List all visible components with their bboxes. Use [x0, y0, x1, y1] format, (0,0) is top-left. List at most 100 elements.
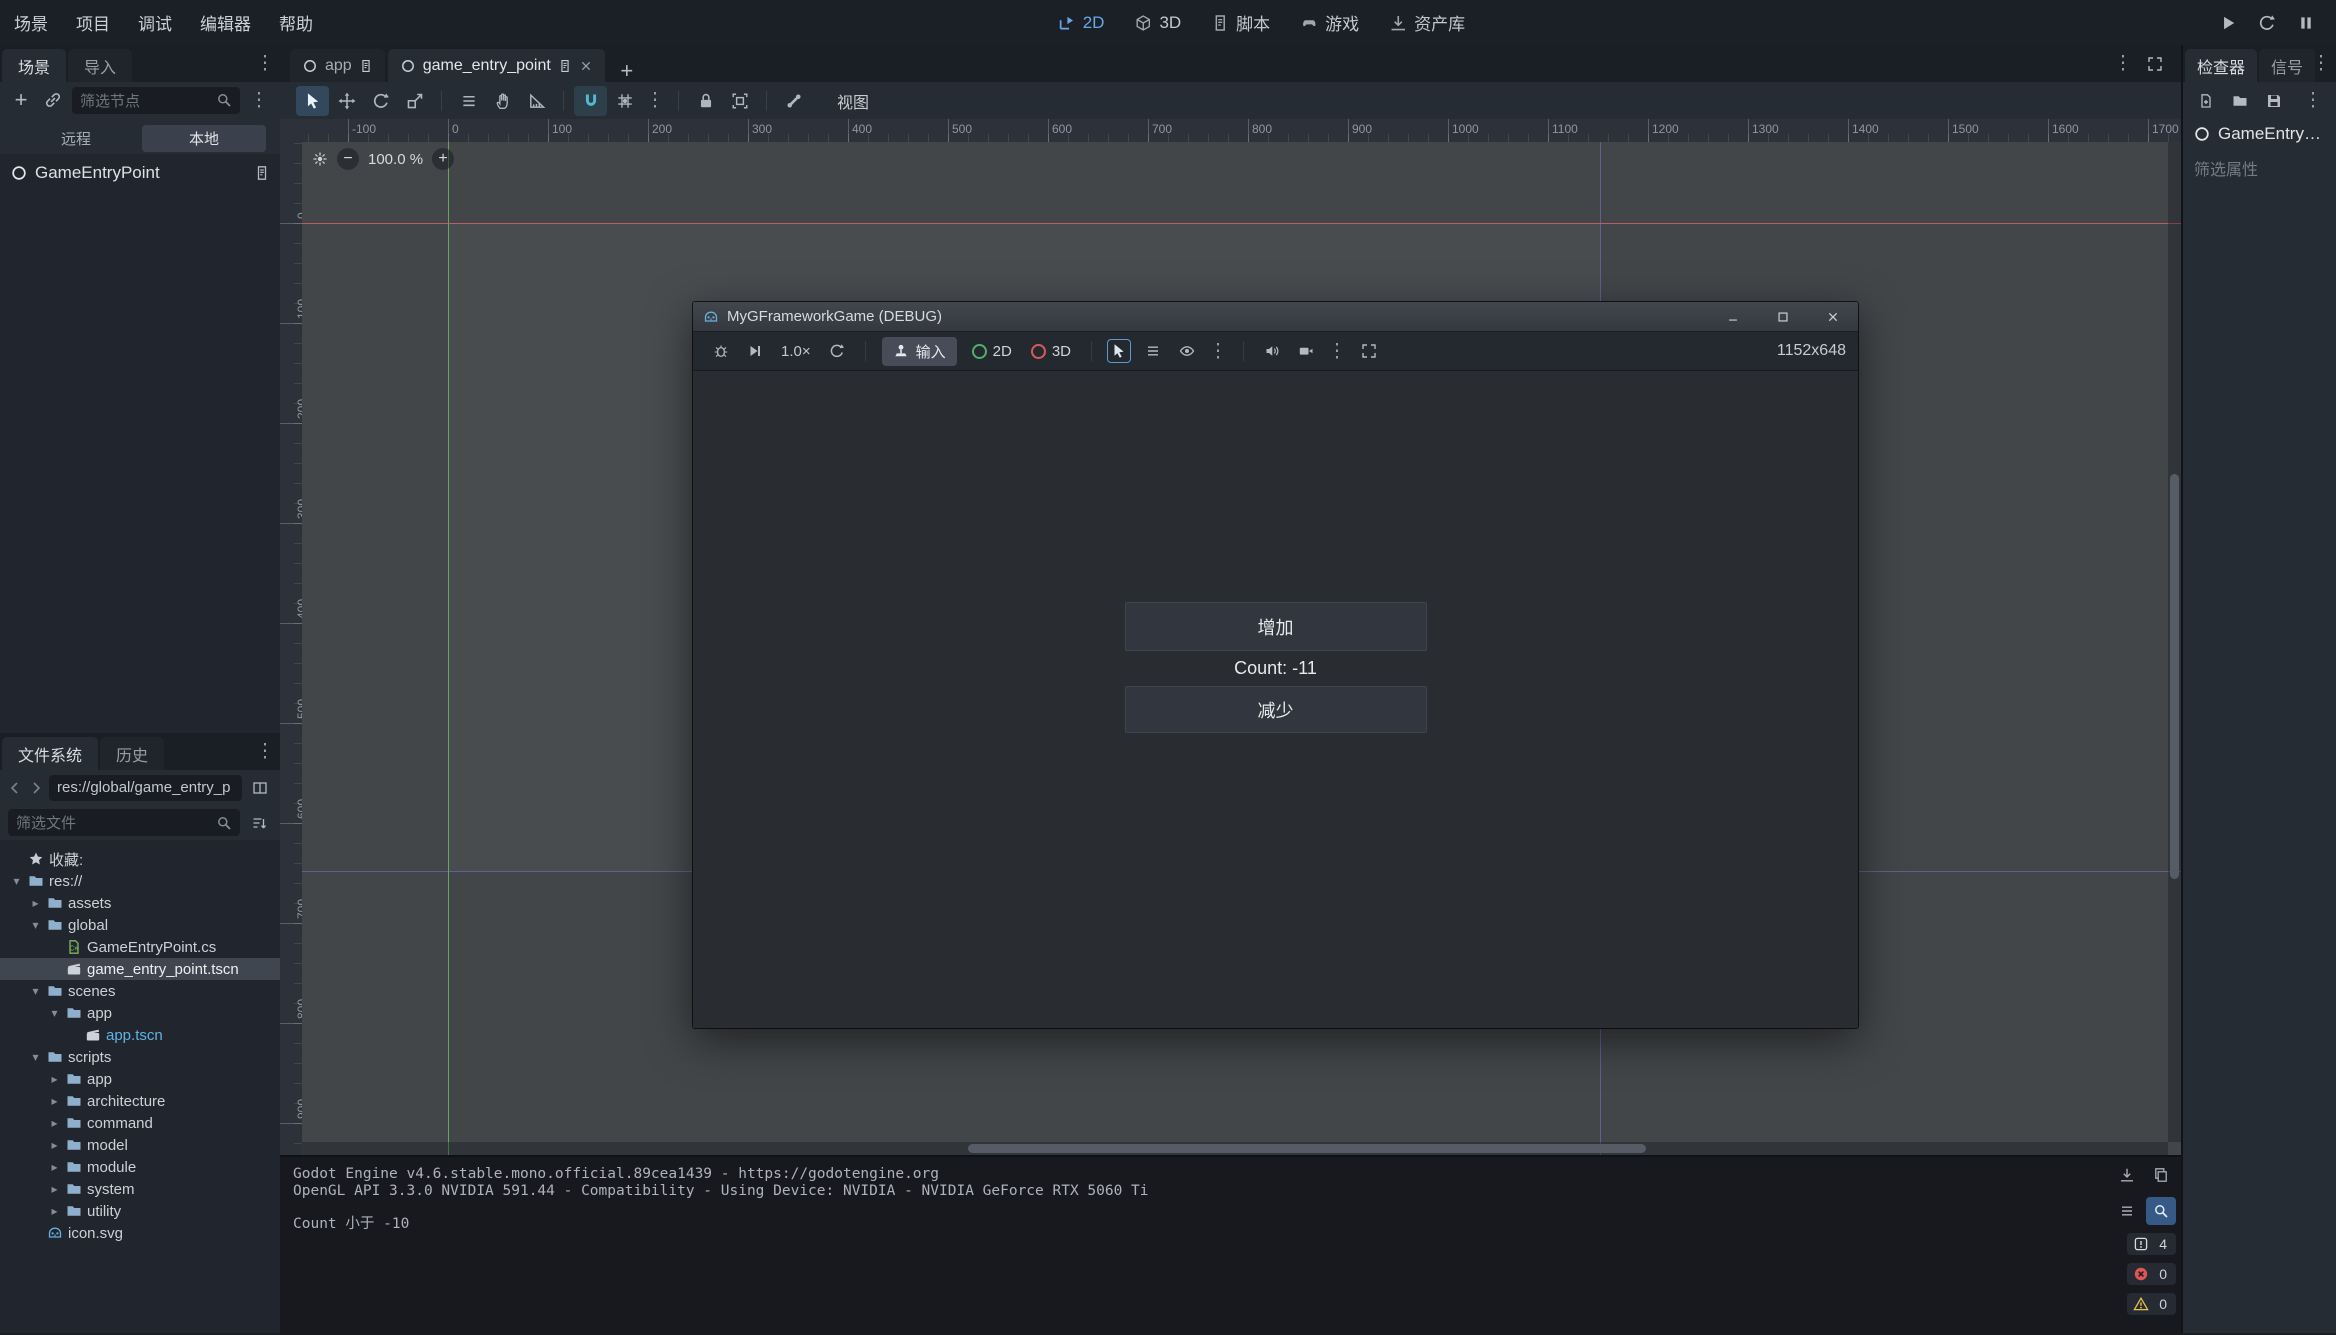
speed-label[interactable]: 1.0× [773, 343, 819, 360]
chevron-right-icon[interactable]: ▸ [48, 1116, 61, 1130]
mute-audio-button[interactable] [1256, 337, 1287, 365]
pick-node-tool[interactable] [1107, 339, 1131, 363]
increase-button[interactable]: 增加 [1125, 602, 1427, 651]
mode-2d-toggle[interactable]: 2D [964, 339, 1020, 364]
save-resource-button[interactable] [2261, 86, 2287, 116]
file-tree-item----[interactable]: 收藏: [0, 848, 280, 870]
menu-help[interactable]: 帮助 [265, 0, 327, 45]
rotate-tool-button[interactable] [364, 86, 397, 116]
file-tree-item-architecture[interactable]: ▸architecture [0, 1090, 280, 1112]
move-tool-button[interactable] [330, 86, 363, 116]
game-window-titlebar[interactable]: MyGFrameworkGame (DEBUG) [693, 302, 1858, 332]
menu-editor[interactable]: 编辑器 [186, 0, 265, 45]
file-tree-item-assets[interactable]: ▸assets [0, 892, 280, 914]
chevron-down-icon[interactable]: ▾ [29, 1050, 42, 1064]
suspend-button[interactable] [705, 337, 736, 365]
back-icon[interactable] [7, 780, 23, 796]
smart-snap-toggle[interactable] [574, 86, 607, 116]
filter-files-input[interactable]: 筛选文件 [8, 809, 240, 836]
selection-visible-button[interactable] [1171, 337, 1202, 365]
file-tree-item-res---[interactable]: ▾res:// [0, 870, 280, 892]
vscroll-thumb[interactable] [2170, 474, 2179, 879]
zoom-level[interactable]: 100.0 % [368, 151, 423, 168]
selection-list-button[interactable] [1137, 337, 1168, 365]
file-tree-item-model[interactable]: ▸model [0, 1134, 280, 1156]
play-button[interactable] [2211, 8, 2244, 38]
viewport-hscrollbar[interactable] [302, 1142, 2168, 1155]
dock-menu-icon[interactable]: ⋮ [252, 742, 278, 761]
scene-tab-app[interactable]: app [290, 49, 385, 82]
local-button[interactable]: 本地 [142, 125, 266, 152]
close-tab-icon[interactable] [579, 59, 593, 73]
scene-tree-menu-icon[interactable]: ⋮ [246, 91, 272, 110]
errors-badge[interactable]: 0 [2127, 1263, 2176, 1285]
dock-menu-icon[interactable]: ⋮ [252, 54, 278, 73]
mode-3d-toggle[interactable]: 3D [1023, 339, 1079, 364]
forward-icon[interactable] [28, 780, 44, 796]
scene-tabs-menu-icon[interactable]: ⋮ [2110, 54, 2136, 73]
messages-badge[interactable]: 4 [2127, 1233, 2176, 1255]
file-tree-item-game-entry-point.tscn[interactable]: game_entry_point.tscn [0, 958, 280, 980]
list-select-tool-button[interactable] [452, 86, 485, 116]
file-tree-item-system[interactable]: ▸system [0, 1178, 280, 1200]
chevron-down-icon[interactable]: ▾ [48, 1006, 61, 1020]
file-tree-item-module[interactable]: ▸module [0, 1156, 280, 1178]
tab-signals[interactable]: 信号 [2259, 49, 2315, 82]
tab-import[interactable]: 导入 [68, 49, 132, 82]
chevron-down-icon[interactable]: ▾ [10, 874, 23, 888]
next-frame-button[interactable] [739, 337, 770, 365]
decrease-button[interactable]: 减少 [1125, 686, 1427, 733]
attached-script-icon[interactable] [254, 165, 270, 181]
file-tree-item-command[interactable]: ▸command [0, 1112, 280, 1134]
file-tree-item-app[interactable]: ▾app [0, 1002, 280, 1024]
add-node-button[interactable]: + [8, 89, 34, 111]
chevron-right-icon[interactable]: ▸ [48, 1204, 61, 1218]
sort-files-button[interactable] [246, 808, 272, 838]
ruler-vertical[interactable]: 0100200300400500600700800900 [280, 142, 303, 1155]
dock-menu-icon[interactable]: ⋮ [2308, 54, 2334, 73]
hscroll-thumb[interactable] [968, 1144, 1646, 1153]
filter-nodes-input[interactable]: 筛选节点 [72, 87, 240, 114]
input-mode-toggle[interactable]: 输入 [882, 337, 957, 366]
menu-project[interactable]: 项目 [62, 0, 124, 45]
menu-scene[interactable]: 场景 [0, 0, 62, 45]
view-menu[interactable]: 视图 [827, 85, 879, 117]
scene-tree-node-gameentrypoint[interactable]: GameEntryPoint [0, 159, 280, 187]
restart-button[interactable] [2250, 8, 2283, 38]
copy-log-button[interactable] [2146, 1161, 2176, 1189]
workspace-tab-3d[interactable]: 3D [1124, 9, 1191, 37]
camera-options-icon[interactable]: ⋮ [1324, 342, 1350, 361]
chevron-right-icon[interactable]: ▸ [48, 1182, 61, 1196]
window-minimize-button[interactable] [1712, 302, 1754, 331]
menu-debug[interactable]: 调试 [124, 0, 186, 45]
remote-button[interactable]: 远程 [14, 125, 138, 152]
viewport-vscrollbar[interactable] [2168, 142, 2181, 1142]
chevron-right-icon[interactable]: ▸ [48, 1072, 61, 1086]
file-tree-item-scripts[interactable]: ▾scripts [0, 1046, 280, 1068]
file-tree-item-gameentrypoint.cs[interactable]: GameEntryPoint.cs [0, 936, 280, 958]
lock-object-button[interactable] [689, 86, 722, 116]
expand-viewport-button[interactable] [2138, 49, 2171, 79]
load-resource-button[interactable] [2227, 86, 2253, 116]
chevron-right-icon[interactable]: ▸ [48, 1138, 61, 1152]
window-maximize-button[interactable] [1762, 302, 1804, 331]
zoom-in-button[interactable]: + [432, 148, 454, 170]
camera-override-button[interactable] [1290, 337, 1321, 365]
chevron-right-icon[interactable]: ▸ [48, 1160, 61, 1174]
ruler-horizontal[interactable]: -100010020030040050060070080090010001100… [302, 119, 2181, 143]
workspace-tab-script[interactable]: 脚本 [1201, 6, 1280, 39]
embed-fullscreen-button[interactable] [1353, 337, 1384, 365]
selection-options-icon[interactable]: ⋮ [1205, 342, 1231, 361]
scale-tool-button[interactable] [398, 86, 431, 116]
tab-scene[interactable]: 场景 [2, 49, 66, 82]
restart-game-button[interactable] [822, 337, 853, 365]
chevron-down-icon[interactable]: ▾ [29, 918, 42, 932]
chevron-down-icon[interactable]: ▾ [29, 984, 42, 998]
tab-history[interactable]: 历史 [100, 737, 164, 770]
pause-button[interactable] [2289, 8, 2322, 38]
search-log-button[interactable] [2146, 1197, 2176, 1225]
workspace-tab-2d[interactable]: 2D [1048, 9, 1115, 37]
group-object-button[interactable] [723, 86, 756, 116]
new-scene-tab-button[interactable]: + [614, 60, 640, 82]
split-view-button[interactable] [247, 773, 273, 803]
